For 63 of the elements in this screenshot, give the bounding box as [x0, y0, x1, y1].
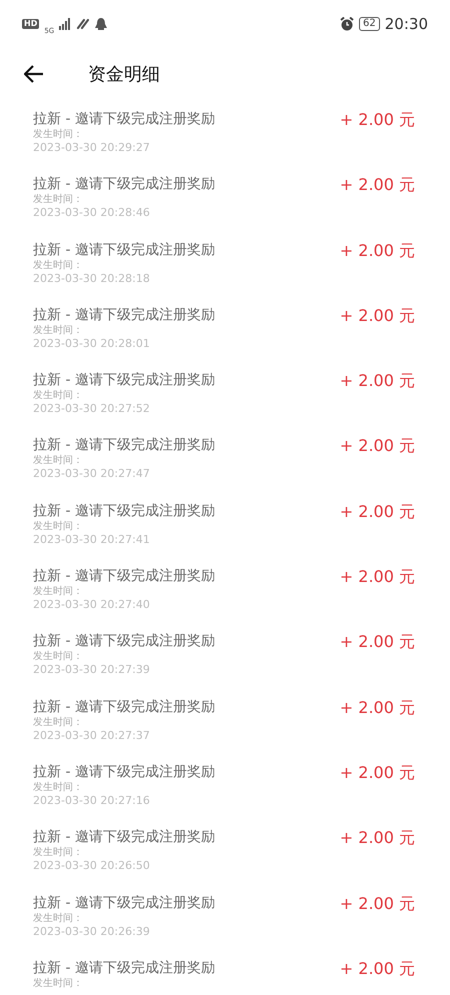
record-title: 拉新 - 邀请下级完成注册奖励 — [33, 436, 215, 454]
link-icon — [76, 18, 90, 30]
time-label: 发生时间： — [33, 912, 84, 925]
record-title: 拉新 - 邀请下级完成注册奖励 — [33, 894, 215, 912]
record-time: 2023-03-30 20:27:16 — [33, 794, 151, 808]
record-amount: + 2.00 元 — [340, 894, 415, 914]
time-label: 发生时间： — [33, 650, 84, 664]
record-amount: + 2.00 元 — [340, 175, 415, 196]
record-title: 拉新 - 邀请下级完成注册奖励 — [33, 110, 215, 128]
record-amount: + 2.00 元 — [340, 828, 415, 848]
record-amount: + 2.00 元 — [340, 240, 415, 261]
record-amount: + 2.00 元 — [340, 436, 415, 456]
time-label: 发生时间： — [33, 716, 84, 729]
record-title: 拉新 - 邀请下级完成注册奖励 — [33, 828, 215, 846]
record-title: 拉新 - 邀请下级完成注册奖励 — [33, 762, 215, 781]
signal-icon — [59, 18, 72, 30]
record-time: 2023-03-30 20:27:40 — [33, 598, 151, 612]
record-time: 2023-03-30 20:27:47 — [33, 467, 151, 482]
record-time: 2023-03-30 20:27:37 — [33, 728, 151, 743]
record-amount: + 2.00 元 — [340, 632, 415, 652]
page-title: 资金明细 — [88, 62, 160, 86]
time-label: 发生时间： — [33, 585, 84, 598]
record-title: 拉新 - 邀请下级完成注册奖励 — [33, 240, 215, 259]
back-icon[interactable] — [24, 65, 44, 83]
record-time: 2023-03-30 20:26:39 — [33, 924, 151, 939]
record-time: 2023-03-30 20:29:27 — [33, 141, 151, 155]
alarm-icon — [340, 17, 354, 31]
time-label: 发生时间： — [33, 389, 84, 402]
time-label: 发生时间： — [33, 846, 84, 860]
record-title: 拉新 - 邀请下级完成注册奖励 — [33, 698, 215, 716]
record-amount: + 2.00 元 — [340, 371, 415, 392]
record-amount: + 2.00 元 — [340, 958, 415, 979]
time-label: 发生时间： — [33, 193, 84, 206]
record-title: 拉新 - 邀请下级完成注册奖励 — [33, 371, 215, 390]
battery-level: 62 — [359, 17, 380, 31]
record-title: 拉新 - 邀请下级完成注册奖励 — [33, 958, 215, 977]
record-time: 2023-03-30 20:28:01 — [33, 336, 151, 351]
status-time: 20:30 — [384, 14, 428, 35]
time-label: 发生时间： — [33, 976, 84, 990]
hd-badge: HD — [22, 19, 40, 29]
record-time: 2023-03-30 20:28:46 — [33, 206, 151, 220]
time-label: 发生时间： — [33, 324, 84, 337]
record-amount: + 2.00 元 — [340, 698, 415, 718]
time-label: 发生时间： — [33, 780, 84, 794]
record-title: 拉新 - 邀请下级完成注册奖励 — [33, 175, 215, 194]
record-amount: + 2.00 元 — [340, 502, 415, 522]
time-label: 发生时间： — [33, 128, 84, 141]
record-time: 2023-03-30 20:28:18 — [33, 272, 151, 286]
record-amount: + 2.00 元 — [340, 762, 415, 783]
record-title: 拉新 - 邀请下级完成注册奖励 — [33, 502, 215, 520]
record-title: 拉新 - 邀请下级完成注册奖励 — [33, 567, 215, 586]
time-label: 发生时间： — [33, 520, 84, 533]
record-amount: + 2.00 元 — [340, 110, 415, 130]
record-title: 拉新 - 邀请下级完成注册奖励 — [33, 306, 215, 324]
record-time: 2023-03-30 20:27:52 — [33, 402, 151, 416]
time-label: 发生时间： — [33, 454, 84, 468]
record-time: 2023-03-30 20:26:50 — [33, 859, 151, 874]
record-title: 拉新 - 邀请下级完成注册奖励 — [33, 632, 215, 650]
record-amount: + 2.00 元 — [340, 567, 415, 588]
record-time: 2023-03-30 20:27:41 — [33, 532, 151, 547]
time-label: 发生时间： — [33, 258, 84, 272]
record-amount: + 2.00 元 — [340, 306, 415, 326]
record-time: 2023-03-30 20:27:39 — [33, 663, 151, 678]
